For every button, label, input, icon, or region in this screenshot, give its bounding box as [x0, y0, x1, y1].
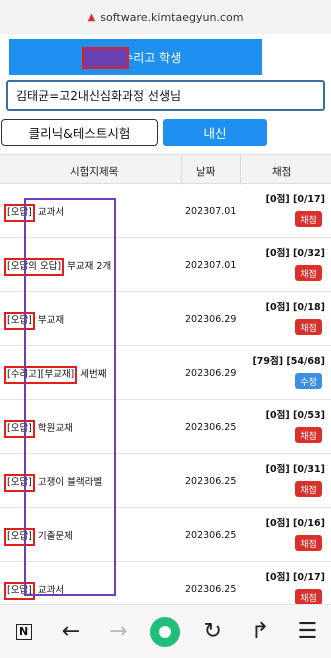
warning-triangle-icon: ▲	[87, 11, 96, 23]
share-icon[interactable]: ↱	[240, 612, 280, 652]
tab-clinic-test-label: 클리닉&테스트시험	[28, 126, 131, 141]
teacher-label: 김태균=고2내신심화과정 선생님	[16, 89, 182, 103]
exam-title: [오답] 부교재	[4, 312, 64, 330]
nav-glyph: ↻	[203, 619, 222, 644]
tab-naesin-label: 내신	[203, 126, 227, 141]
table-row[interactable]: [오답] 부교재 202306.29 [0점] [0/18] 채점	[0, 292, 331, 346]
exam-score: [0점] [0/53]	[265, 410, 325, 421]
menu-icon[interactable]: ☰	[287, 612, 327, 652]
exam-date: 202306.25	[185, 476, 237, 487]
exam-score: [0점] [0/17]	[265, 194, 325, 205]
header-divider	[240, 155, 241, 185]
exam-title: [오답] 교과서	[4, 582, 64, 600]
grade-button[interactable]: 채점	[295, 535, 322, 551]
grade-button[interactable]: 채점	[295, 211, 322, 227]
nav-glyph: ↱	[250, 619, 270, 644]
exam-title: [오답] 학원교재	[4, 420, 73, 438]
exam-title: [오답의 오답] 부교재 2개	[4, 258, 111, 276]
exam-date: 202306.25	[185, 422, 237, 433]
exam-title-text: 기출문제	[34, 531, 73, 542]
bottom-navigation: N ← → ↻ ↱ ☰	[0, 604, 331, 658]
exam-tag: [오답]	[4, 312, 35, 330]
exam-tag: [오답]	[4, 474, 35, 492]
header-date: 날짜	[196, 166, 216, 178]
exam-date: 202307.01	[185, 206, 237, 217]
exam-list: [오답] 교과서 202307.01 [0점] [0/17] 채점 [오답의 오답] 부…	[0, 184, 331, 616]
grade-button[interactable]: 채점	[295, 481, 322, 497]
exam-tag: [오답]	[4, 582, 35, 600]
exam-date: 202306.29	[185, 368, 237, 379]
tab-naesin[interactable]: 내신	[163, 119, 267, 146]
exam-score: [0점] [0/16]	[265, 518, 325, 529]
exam-date: 202307.01	[185, 260, 237, 271]
exam-title-text: 부교재	[34, 315, 65, 326]
home-dot	[159, 625, 172, 638]
exam-tag: [수리고][부교재]	[4, 366, 78, 384]
exam-title-text: 학원교재	[34, 423, 73, 434]
nav-glyph: ☰	[297, 619, 318, 644]
exam-title-text: 교과서	[34, 585, 65, 596]
exam-title: [오답] 기출문제	[4, 528, 73, 546]
nav-glyph: ←	[61, 619, 81, 644]
exam-score: [0점] [0/17]	[265, 572, 325, 583]
exam-date: 202306.25	[185, 530, 237, 541]
exam-tag: [오답]	[4, 204, 35, 222]
grade-button[interactable]: 채점	[295, 589, 322, 605]
exam-score: [0점] [0/31]	[265, 464, 325, 475]
exam-title: [오답] 교과서	[4, 204, 64, 222]
grade-button[interactable]: 채점	[295, 265, 322, 281]
home-circle	[150, 616, 181, 647]
table-row[interactable]: [오답의 오답] 부교재 2개 202307.01 [0점] [0/32] 채점	[0, 238, 331, 292]
browser-url-bar[interactable]: ▲ software.kimtaegyun.com	[0, 0, 331, 34]
redaction-mask	[82, 47, 129, 69]
exam-score: [79점] [54/68]	[252, 356, 325, 367]
back-arrow-icon[interactable]: ←	[51, 612, 91, 652]
grade-button[interactable]: 수정	[295, 373, 322, 389]
table-row[interactable]: [오답] 학원교재 202306.25 [0점] [0/53] 채점	[0, 400, 331, 454]
url-text: software.kimtaegyun.com	[100, 10, 244, 24]
exam-score: [0점] [0/32]	[265, 248, 325, 259]
exam-tag: [오답]	[4, 420, 35, 438]
header-title: 시험지제목	[70, 166, 119, 178]
teacher-selector[interactable]: 김태균=고2내신심화과정 선생님	[6, 80, 325, 111]
grade-button[interactable]: 채점	[295, 427, 322, 443]
exam-tag: [오답]	[4, 528, 35, 546]
header-divider	[181, 155, 182, 185]
table-row[interactable]: [오답] 고쟁이 블랙라벨 202306.25 [0점] [0/31] 채점	[0, 454, 331, 508]
table-row[interactable]: [오답] 기출문제 202306.25 [0점] [0/16] 채점	[0, 508, 331, 562]
tab-clinic-test[interactable]: 클리닉&테스트시험	[1, 119, 158, 146]
home-circle-icon[interactable]	[145, 612, 185, 652]
exam-date: 202306.25	[185, 584, 237, 595]
exam-tag: [오답의 오답]	[4, 258, 65, 276]
naver-n-glyph: N	[15, 623, 32, 640]
exam-score: [0점] [0/18]	[265, 302, 325, 313]
exam-title-text: 교과서	[34, 207, 65, 218]
exam-date: 202306.29	[185, 314, 237, 325]
exam-title: [오답] 고쟁이 블랙라벨	[4, 474, 102, 492]
table-row[interactable]: [수리고][부교재] 세번째 202306.29 [79점] [54/68] 수정	[0, 346, 331, 400]
naver-n-icon[interactable]: N	[4, 612, 44, 652]
table-header: 시험지제목 날짜 채점	[0, 154, 331, 185]
nav-glyph: →	[108, 619, 128, 644]
exam-title-text: 고쟁이 블랙라벨	[34, 477, 103, 488]
exam-title: [수리고][부교재] 세번째	[4, 366, 107, 384]
forward-arrow-icon[interactable]: →	[98, 612, 138, 652]
exam-title-text: 부교재 2개	[64, 261, 112, 272]
student-header: 고2 수리고 학생	[9, 39, 262, 75]
exam-title-text: 세번째	[77, 369, 107, 380]
grade-button[interactable]: 채점	[295, 319, 322, 335]
table-row[interactable]: [오답] 교과서 202307.01 [0점] [0/17] 채점	[0, 184, 331, 238]
refresh-icon[interactable]: ↻	[193, 612, 233, 652]
header-score: 채점	[272, 166, 292, 178]
